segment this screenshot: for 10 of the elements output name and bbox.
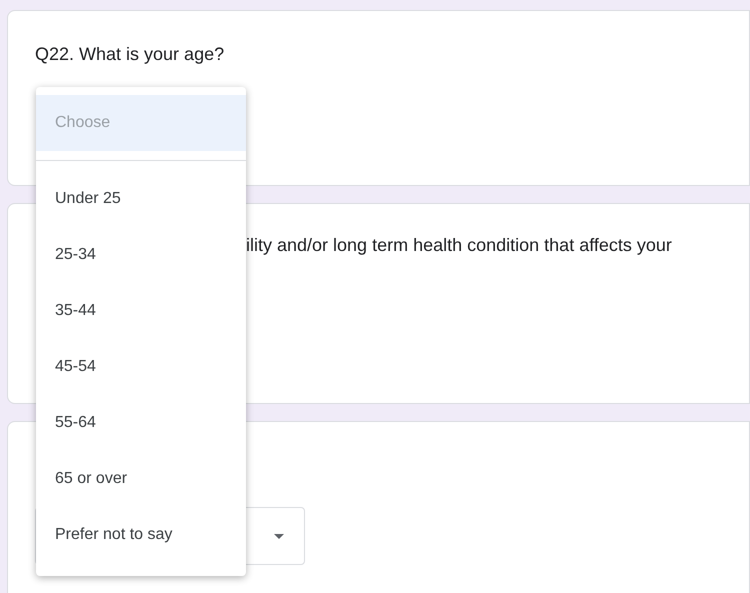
caret-icon <box>274 534 284 538</box>
dropdown-option[interactable]: Under 25 <box>36 171 246 227</box>
dropdown-option[interactable]: 45-54 <box>36 339 246 395</box>
question-title: Q22. What is your age? <box>35 44 224 64</box>
dropdown-option[interactable]: 35-44 <box>36 283 246 339</box>
dropdown-option[interactable]: 25-34 <box>36 227 246 283</box>
dropdown-option[interactable]: 55-64 <box>36 395 246 451</box>
dropdown-option[interactable]: 65 or over <box>36 451 246 507</box>
question-title: ility and/or long term health condition that affects your <box>246 235 672 255</box>
dropdown-option[interactable]: Prefer not to say <box>36 507 246 563</box>
